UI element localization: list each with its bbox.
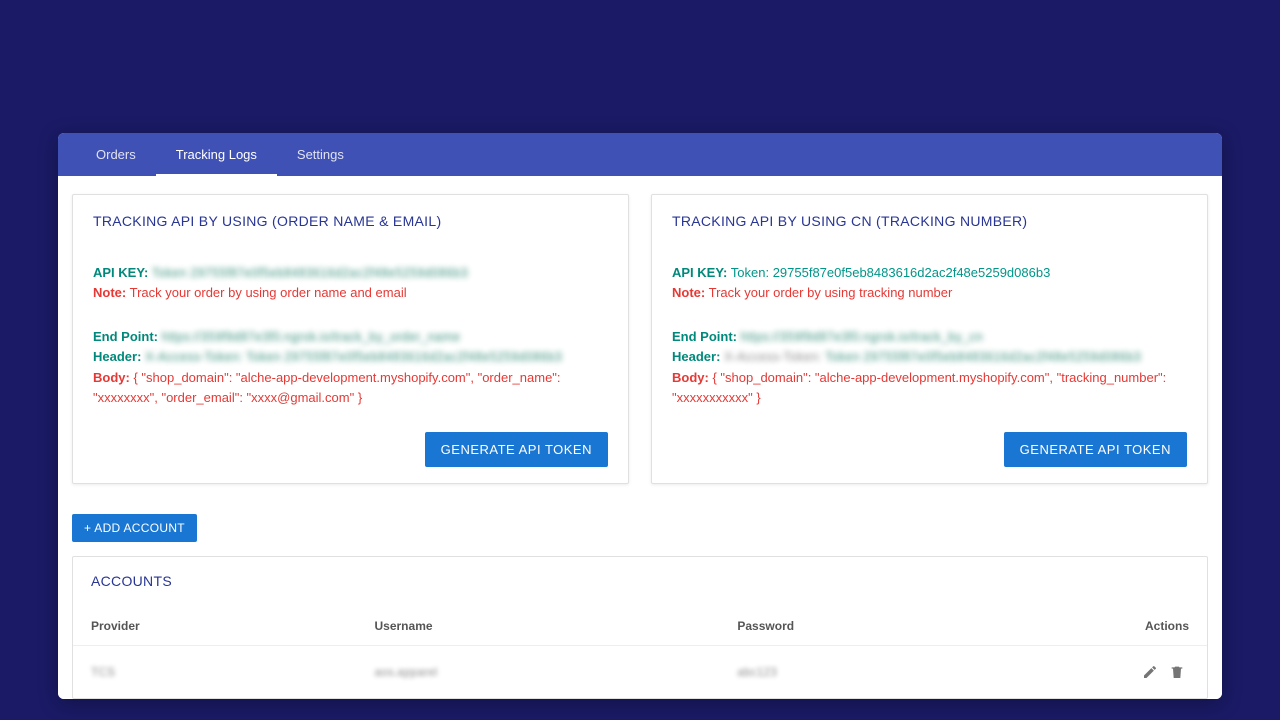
endpoint-label: End Point: [93,329,158,344]
table-row: TCS aos.apparel abc123 [73,645,1207,698]
note-label: Note: [672,285,705,300]
note-text: Track your order by using tracking numbe… [709,285,953,300]
generate-api-token-button[interactable]: GENERATE API TOKEN [1004,432,1187,467]
col-actions: Actions [1060,607,1207,646]
accounts-title: ACCOUNTS [73,573,1207,607]
header-token-value: Token 29755f87e0f5eb8483616d2ac2f48e5259… [825,349,1141,364]
body-area: TRACKING API BY USING (ORDER NAME & EMAI… [58,176,1222,699]
note-text: Track your order by using order name and… [130,285,407,300]
card-title: TRACKING API BY USING (ORDER NAME & EMAI… [93,213,608,229]
header-label: Header: [93,349,141,364]
header-label: Header: [672,349,720,364]
request-block: End Point: https://359f9d87e3f0.ngrok.io… [672,327,1187,408]
col-username: Username [357,607,720,646]
col-password: Password [719,607,1059,646]
apikey-block: API KEY: Token 29755f87e0f5eb8483616d2ac… [93,263,608,303]
delete-icon[interactable] [1165,660,1189,684]
tab-tracking-logs[interactable]: Tracking Logs [156,133,277,176]
card-title: TRACKING API BY USING CN (TRACKING NUMBE… [672,213,1187,229]
endpoint-value: https://359f9d87e3f0.ngrok.io/track_by_c… [741,329,983,344]
endpoint-value: https://359f9d87e3f0.ngrok.io/track_by_o… [162,329,460,344]
api-card-tracking-number: TRACKING API BY USING CN (TRACKING NUMBE… [651,194,1208,484]
cell-provider: TCS [73,645,357,698]
cell-password: abc123 [719,645,1059,698]
generate-api-token-button[interactable]: GENERATE API TOKEN [425,432,608,467]
body-text: { "shop_domain": "alche-app-development.… [93,370,561,405]
body-text: { "shop_domain": "alche-app-development.… [672,370,1166,405]
apikey-value: Token 29755f87e0f5eb8483616d2ac2f48e5259… [152,265,468,280]
endpoint-label: End Point: [672,329,737,344]
app-window: Orders Tracking Logs Settings TRACKING A… [58,133,1222,699]
tab-orders[interactable]: Orders [76,133,156,176]
note-label: Note: [93,285,126,300]
request-block: End Point: https://359f9d87e3f0.ngrok.io… [93,327,608,408]
edit-icon[interactable] [1138,660,1162,684]
accounts-table: Provider Username Password Actions TCS a… [73,607,1207,698]
body-label: Body: [672,370,709,385]
header-token-key: X-Access-Token: [724,349,822,364]
body-label: Body: [93,370,130,385]
apikey-value: Token: 29755f87e0f5eb8483616d2ac2f48e525… [731,265,1051,280]
tab-settings[interactable]: Settings [277,133,364,176]
apikey-label: API KEY: [672,265,727,280]
accounts-card: ACCOUNTS Provider Username Password Acti… [72,556,1208,699]
header-token-key: X-Access-Token: [145,349,243,364]
cell-username: aos.apparel [357,645,720,698]
api-cards-row: TRACKING API BY USING (ORDER NAME & EMAI… [72,194,1208,484]
api-card-order-name-email: TRACKING API BY USING (ORDER NAME & EMAI… [72,194,629,484]
apikey-block: API KEY: Token: 29755f87e0f5eb8483616d2a… [672,263,1187,303]
add-account-button[interactable]: + ADD ACCOUNT [72,514,197,542]
col-provider: Provider [73,607,357,646]
tabbar: Orders Tracking Logs Settings [58,133,1222,176]
header-token-value: Token 29755f87e0f5eb8483616d2ac2f48e5259… [246,349,562,364]
apikey-label: API KEY: [93,265,148,280]
